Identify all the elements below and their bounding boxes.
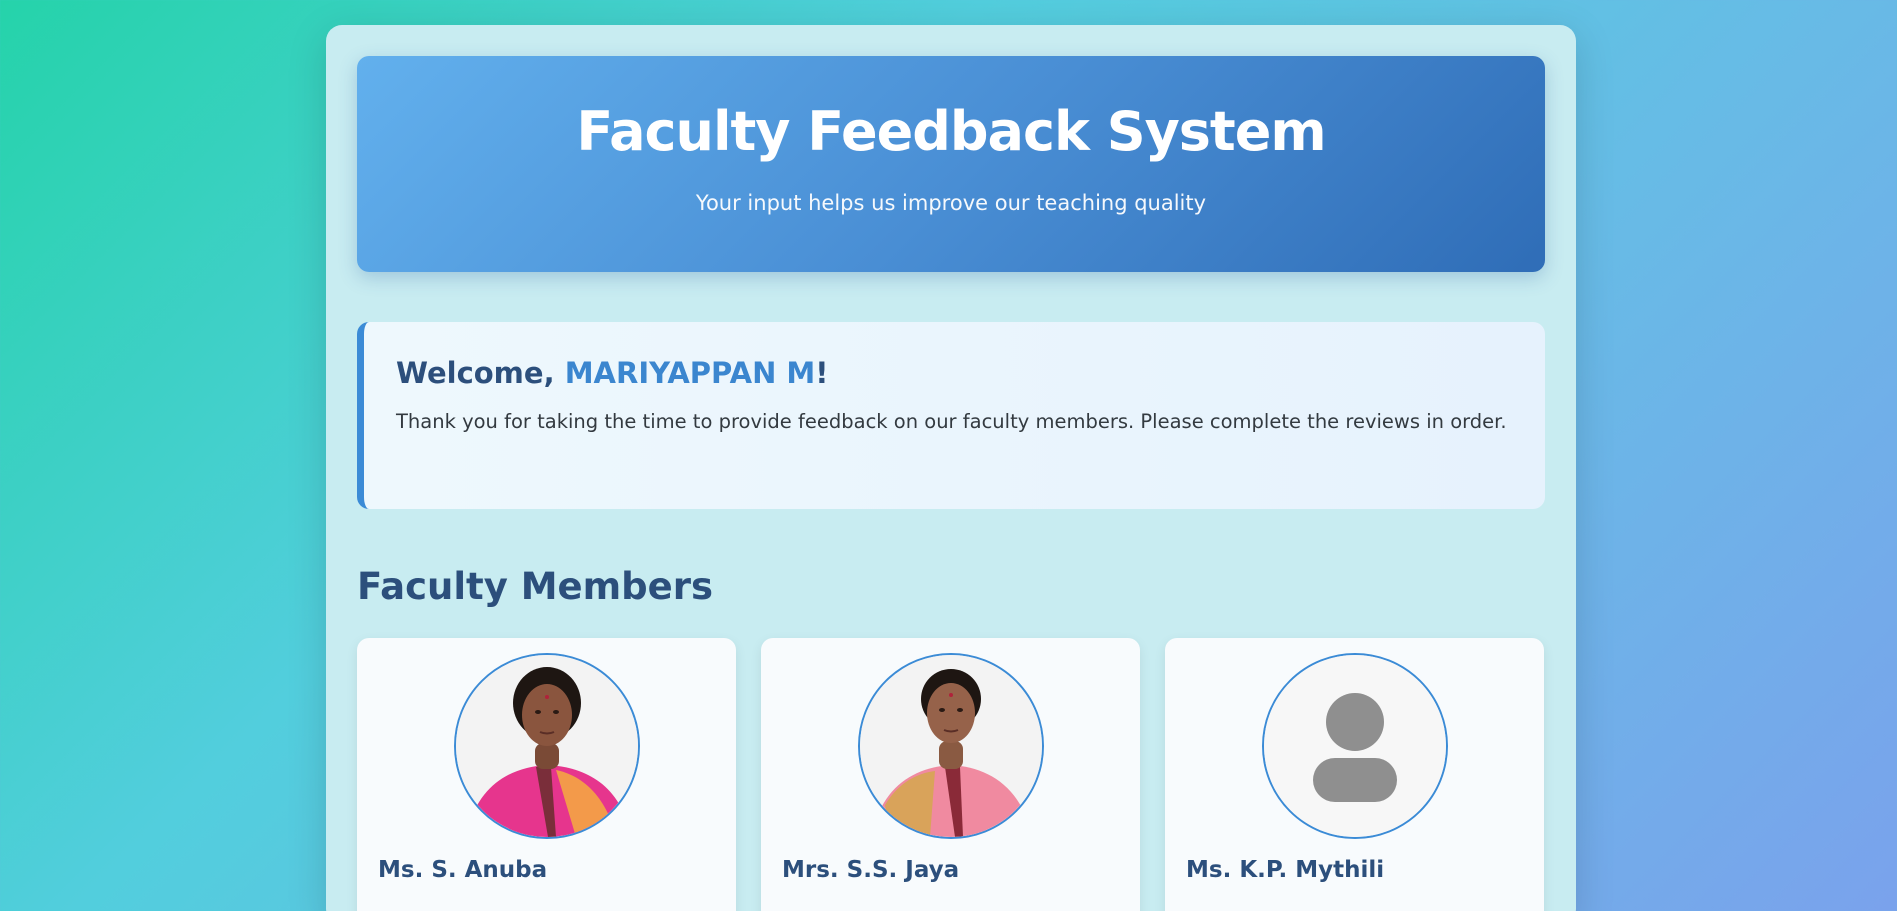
faculty-card[interactable]: Mrs. S.S. Jaya	[761, 638, 1140, 911]
welcome-greeting: Welcome,	[396, 356, 565, 390]
user-name: MARIYAPPAN M	[564, 356, 816, 390]
welcome-exclaim: !	[815, 356, 829, 390]
faculty-card[interactable]: Ms. K.P. Mythili	[1165, 638, 1544, 911]
faculty-card[interactable]: Ms. S. Anuba	[357, 638, 736, 911]
portrait-photo	[455, 655, 638, 837]
faculty-name: Ms. S. Anuba	[378, 857, 548, 883]
portrait-photo	[859, 655, 1042, 837]
faculty-photo	[453, 653, 640, 839]
faculty-card-list: Ms. S. Anuba Mrs. S.S. Jaya Ms. K.P. Myt…	[357, 638, 1545, 911]
faculty-name: Mrs. S.S. Jaya	[782, 857, 960, 883]
page-header: Faculty Feedback System Your input helps…	[357, 56, 1545, 272]
welcome-panel: Welcome, MARIYAPPAN M! Thank you for tak…	[357, 322, 1545, 509]
main-container: Faculty Feedback System Your input helps…	[326, 25, 1576, 911]
welcome-heading: Welcome, MARIYAPPAN M!	[396, 356, 1509, 390]
faculty-section-title: Faculty Members	[357, 565, 714, 608]
welcome-message: Thank you for taking the time to provide…	[396, 410, 1507, 433]
default-user-icon	[1263, 655, 1446, 837]
page-title: Faculty Feedback System	[576, 100, 1326, 163]
faculty-photo	[1261, 653, 1448, 839]
faculty-photo	[857, 653, 1044, 839]
page-subtitle: Your input helps us improve our teaching…	[695, 191, 1207, 216]
faculty-name: Ms. K.P. Mythili	[1186, 857, 1385, 883]
